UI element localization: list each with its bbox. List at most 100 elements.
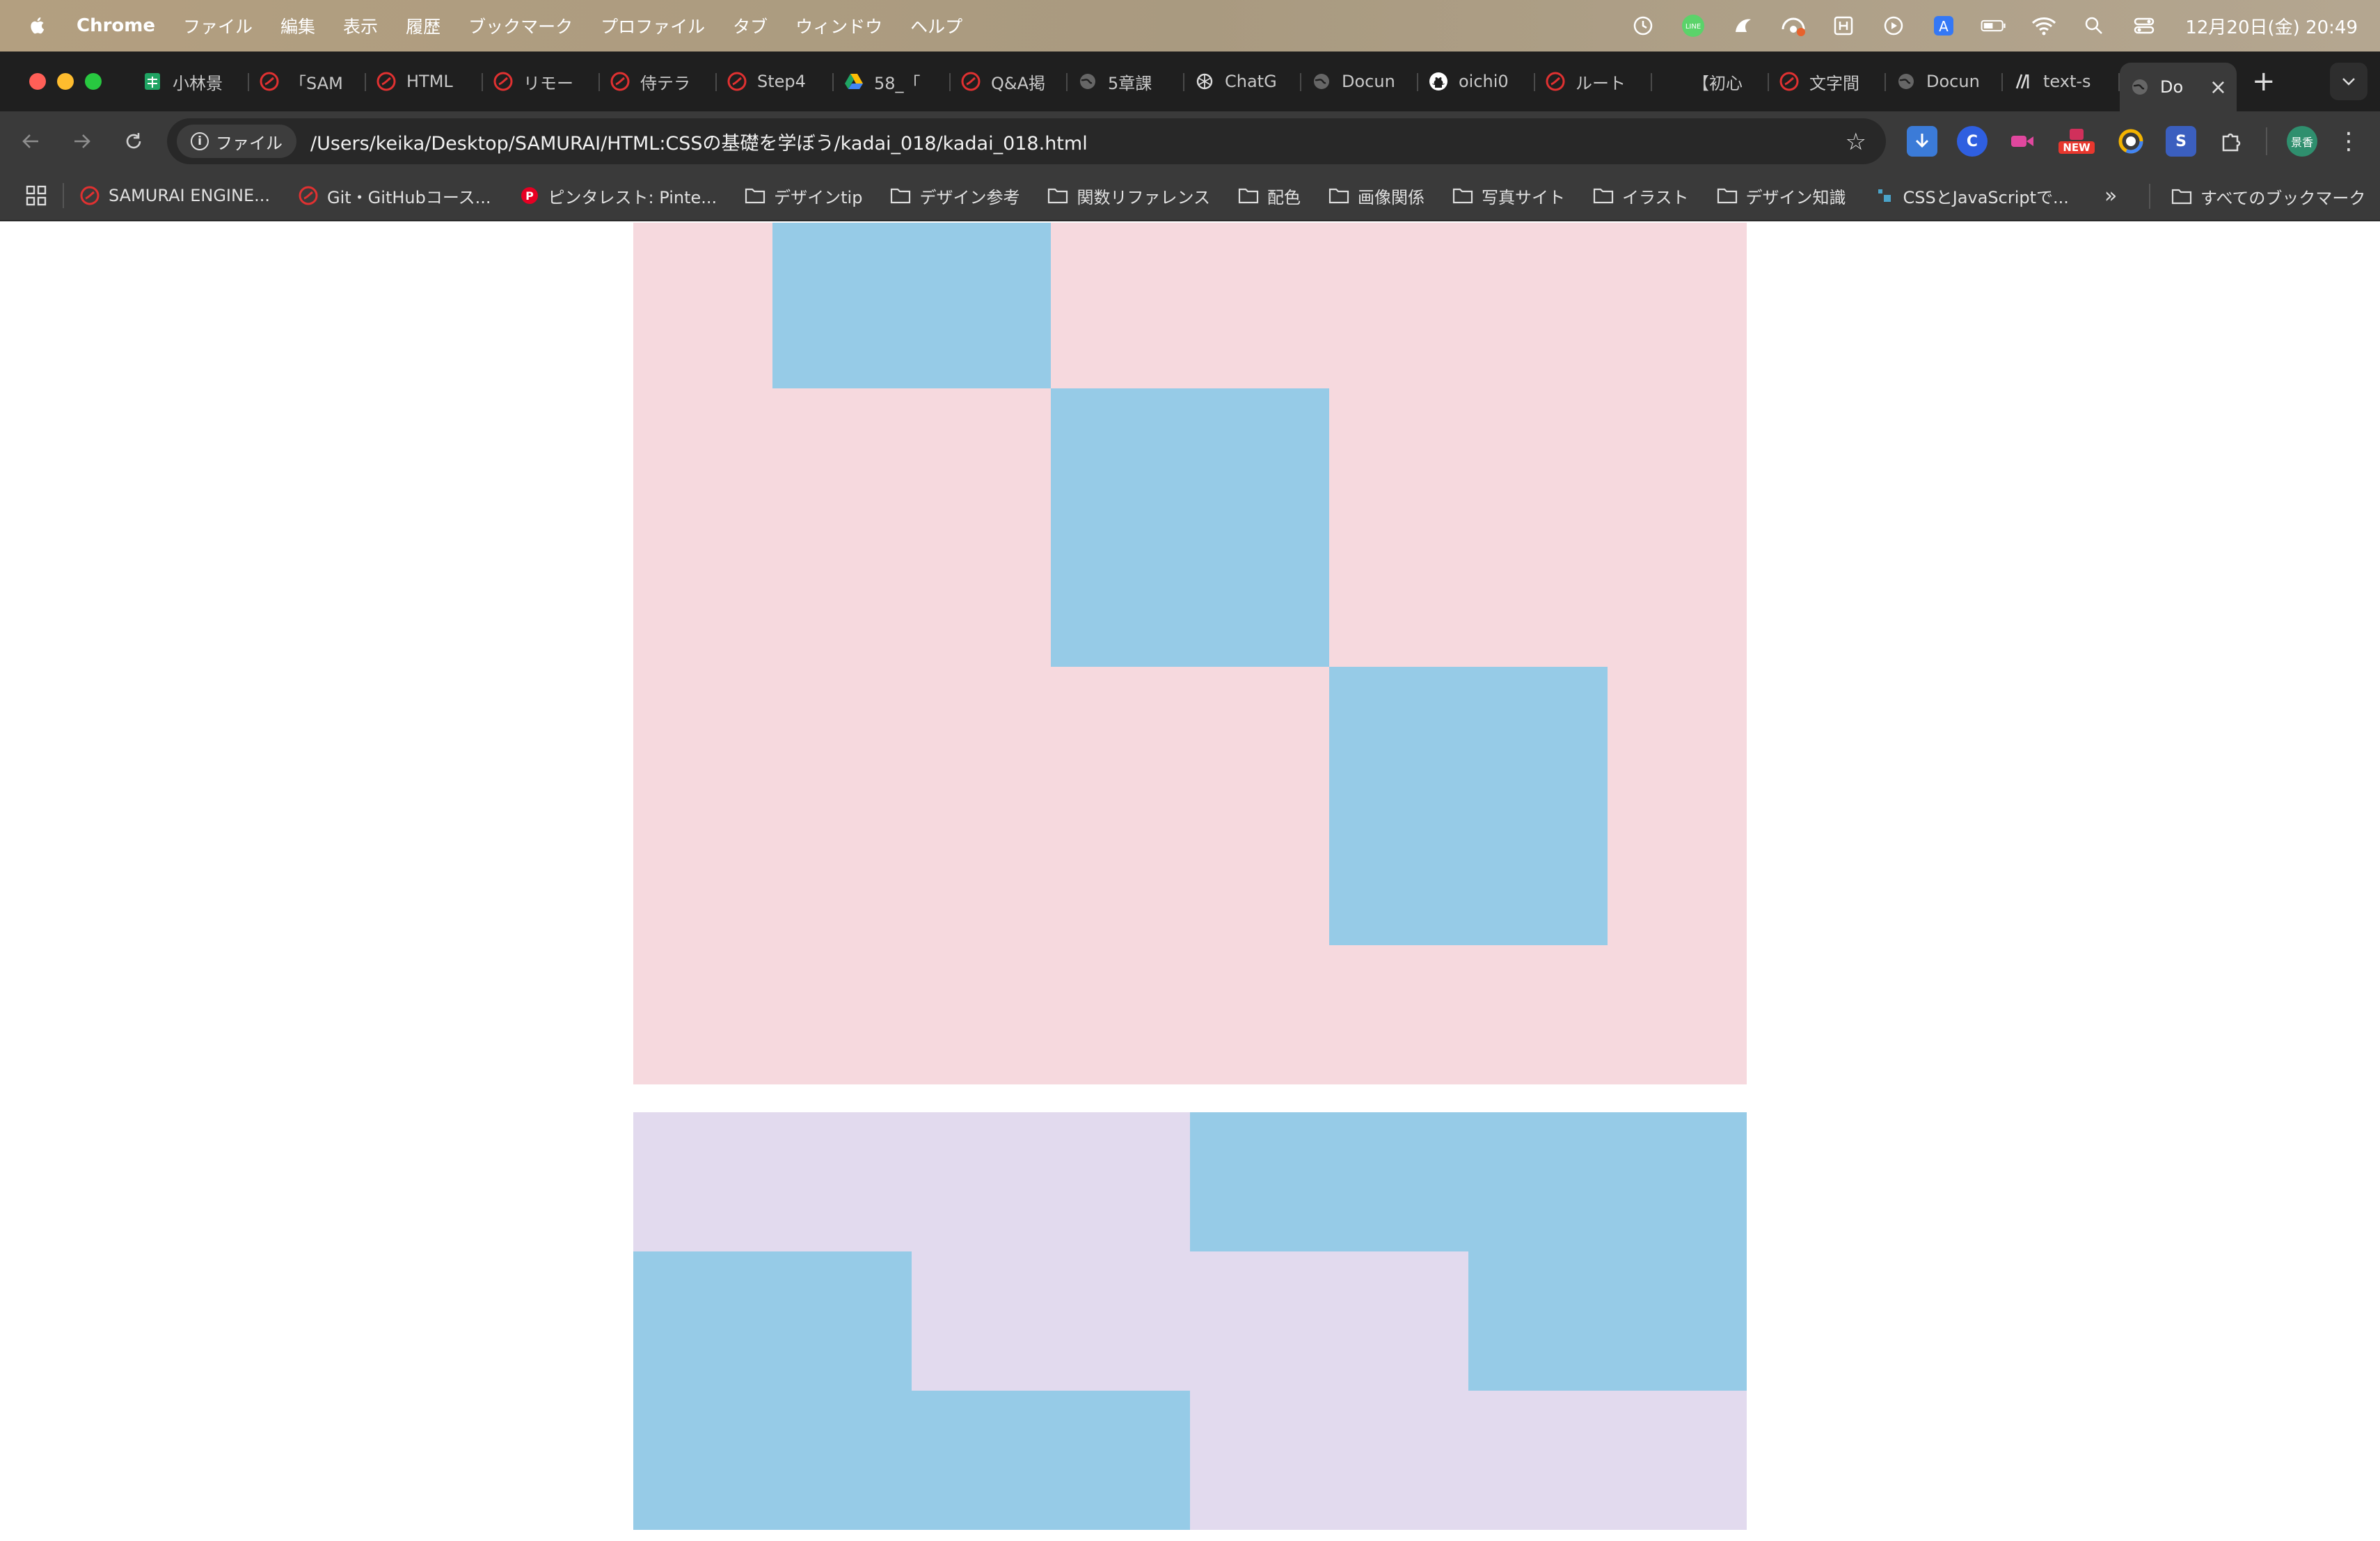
tab[interactable]: 58_「 [834, 61, 951, 102]
tab-active[interactable]: Do × [2120, 63, 2237, 111]
tab[interactable]: 小林景 [132, 61, 249, 102]
apps-grid-icon[interactable] [25, 184, 47, 207]
bookmark-item[interactable]: 配色 [1238, 184, 1301, 208]
bookmark-label: イラスト [1621, 187, 1689, 207]
page-viewport[interactable] [0, 223, 2380, 1541]
menu-tab[interactable]: タブ [733, 13, 768, 38]
globe-icon [1311, 71, 1332, 92]
tab[interactable]: text-s [2003, 61, 2120, 102]
tab[interactable]: 侍テラ [600, 61, 717, 102]
tab[interactable]: リモー [483, 61, 600, 102]
bookmark-item[interactable]: 関数リファレンス [1047, 184, 1210, 208]
reload-button[interactable] [113, 120, 154, 162]
battery-icon[interactable] [1981, 13, 2007, 39]
app-icon[interactable] [1730, 13, 1756, 39]
tab[interactable]: Docun [1301, 61, 1418, 102]
apple-icon[interactable] [28, 15, 49, 36]
all-bookmarks-button[interactable]: すべてのブックマーク [2171, 171, 2365, 221]
more-menu-icon[interactable]: ⋮ [2337, 127, 2361, 155]
app-menu-chrome[interactable]: Chrome [77, 15, 155, 36]
time-machine-icon[interactable] [1630, 13, 1656, 39]
site-icon [1874, 185, 1895, 206]
tab[interactable]: 「SAM [249, 61, 366, 102]
tab[interactable]: Docun [1886, 61, 2003, 102]
site-info-chip[interactable]: i ファイル [177, 125, 296, 158]
bookmark-item[interactable]: 写真サイト [1452, 184, 1565, 208]
bookmark-item[interactable]: 画像関係 [1328, 184, 1425, 208]
tab-title: Docun [1926, 72, 1980, 91]
blue-block-left-step [633, 1251, 912, 1391]
menu-file[interactable]: ファイル [183, 13, 253, 38]
bookmark-item[interactable]: SAMURAI ENGINE... [79, 185, 270, 206]
tab-search-button[interactable] [2330, 63, 2367, 100]
tab[interactable]: Step4 [717, 61, 834, 102]
minimize-window-button[interactable] [57, 73, 74, 90]
tab-title: 58_「 [874, 73, 921, 93]
bookmark-item[interactable]: イラスト [1593, 184, 1689, 208]
color-extension-icon[interactable] [2116, 126, 2146, 157]
samurai-icon [960, 71, 981, 92]
tab[interactable]: 5章課 [1068, 61, 1184, 102]
bookmark-item[interactable]: P ピンタレスト: Pinte... [519, 184, 717, 208]
bookmark-item[interactable]: Git・GitHubコース... [298, 184, 491, 208]
profile-avatar[interactable]: 景香 [2287, 126, 2317, 157]
spotlight-icon[interactable] [2081, 13, 2107, 39]
menu-help[interactable]: ヘルプ [910, 13, 962, 38]
menu-bookmarks[interactable]: ブックマーク [468, 13, 573, 38]
stylus-extension-icon[interactable]: S [2166, 126, 2196, 157]
bookmarks-divider [63, 183, 64, 208]
text-input-icon[interactable]: A [1930, 13, 1957, 39]
menu-history[interactable]: 履歴 [406, 13, 441, 38]
wifi-icon[interactable] [2031, 13, 2057, 39]
url-text[interactable]: /Users/keika/Desktop/SAMURAI/HTML:CSSの基礎… [310, 128, 1088, 155]
tab[interactable]: HTML [366, 61, 483, 102]
new-tab-button[interactable]: + [2252, 65, 2276, 97]
bookmark-label: デザイン参考 [919, 187, 1020, 207]
tab[interactable]: 文字間 [1769, 61, 1886, 102]
extensions-puzzle-icon[interactable] [2216, 126, 2246, 157]
tab-title: Step4 [757, 72, 806, 91]
back-button[interactable] [10, 120, 51, 162]
video-extension-icon[interactable] [2007, 126, 2038, 157]
bookmark-item[interactable]: デザイン知識 [1717, 184, 1846, 208]
bookmark-star-icon[interactable]: ☆ [1846, 128, 1866, 156]
tab[interactable]: ChatG [1184, 61, 1301, 102]
menu-view[interactable]: 表示 [343, 13, 378, 38]
download-extension-icon[interactable] [1907, 126, 1937, 157]
menubar-clock[interactable]: 12月20日(金) 20:49 [2185, 13, 2358, 39]
zoom-window-button[interactable] [85, 73, 102, 90]
menu-window[interactable]: ウィンドウ [795, 13, 882, 38]
bookmark-item[interactable]: デザインtip [745, 184, 862, 208]
bookmark-item[interactable]: CSSとJavaScriptで... [1874, 184, 2069, 208]
more-bookmarks-icon[interactable]: » [2104, 184, 2117, 208]
control-center-icon[interactable] [2131, 13, 2157, 39]
browser-toolbar: i ファイル /Users/keika/Desktop/SAMURAI/HTML… [0, 111, 2380, 171]
tab[interactable]: Q&A掲 [951, 61, 1068, 102]
folder-icon [1238, 185, 1259, 206]
new-extension-icon[interactable]: NEW [2057, 126, 2096, 157]
macos-menu-bar: Chrome ファイル 編集 表示 履歴 ブックマーク プロファイル タブ ウィ… [0, 0, 2380, 52]
input-icon[interactable] [1830, 13, 1857, 39]
chevron-down-icon [2342, 78, 2355, 86]
samurai-icon [1545, 71, 1566, 92]
tab[interactable]: 【初心 [1652, 61, 1769, 102]
globe-icon [1896, 71, 1917, 92]
close-tab-icon[interactable]: × [2210, 75, 2227, 100]
grammar-extension-icon[interactable]: C [1957, 126, 1988, 157]
tab[interactable]: ルート [1535, 61, 1652, 102]
bookmark-item[interactable]: デザイン参考 [890, 184, 1020, 208]
menu-profile[interactable]: プロファイル [601, 13, 705, 38]
menu-edit[interactable]: 編集 [280, 13, 315, 38]
media-icon[interactable] [1880, 13, 1907, 39]
pink-grid-panel [633, 223, 1747, 1084]
forward-button[interactable] [61, 120, 103, 162]
close-window-button[interactable] [29, 73, 46, 90]
tab-title: 侍テラ [640, 73, 690, 93]
address-bar[interactable]: i ファイル /Users/keika/Desktop/SAMURAI/HTML… [167, 118, 1886, 164]
vpn-icon[interactable] [1780, 13, 1807, 39]
tab[interactable]: oichi0 [1418, 61, 1535, 102]
blank-icon [1662, 71, 1683, 92]
line-icon[interactable]: LINE [1680, 13, 1706, 39]
github-icon [1428, 71, 1449, 92]
bookmark-label: SAMURAI ENGINE... [109, 186, 270, 205]
